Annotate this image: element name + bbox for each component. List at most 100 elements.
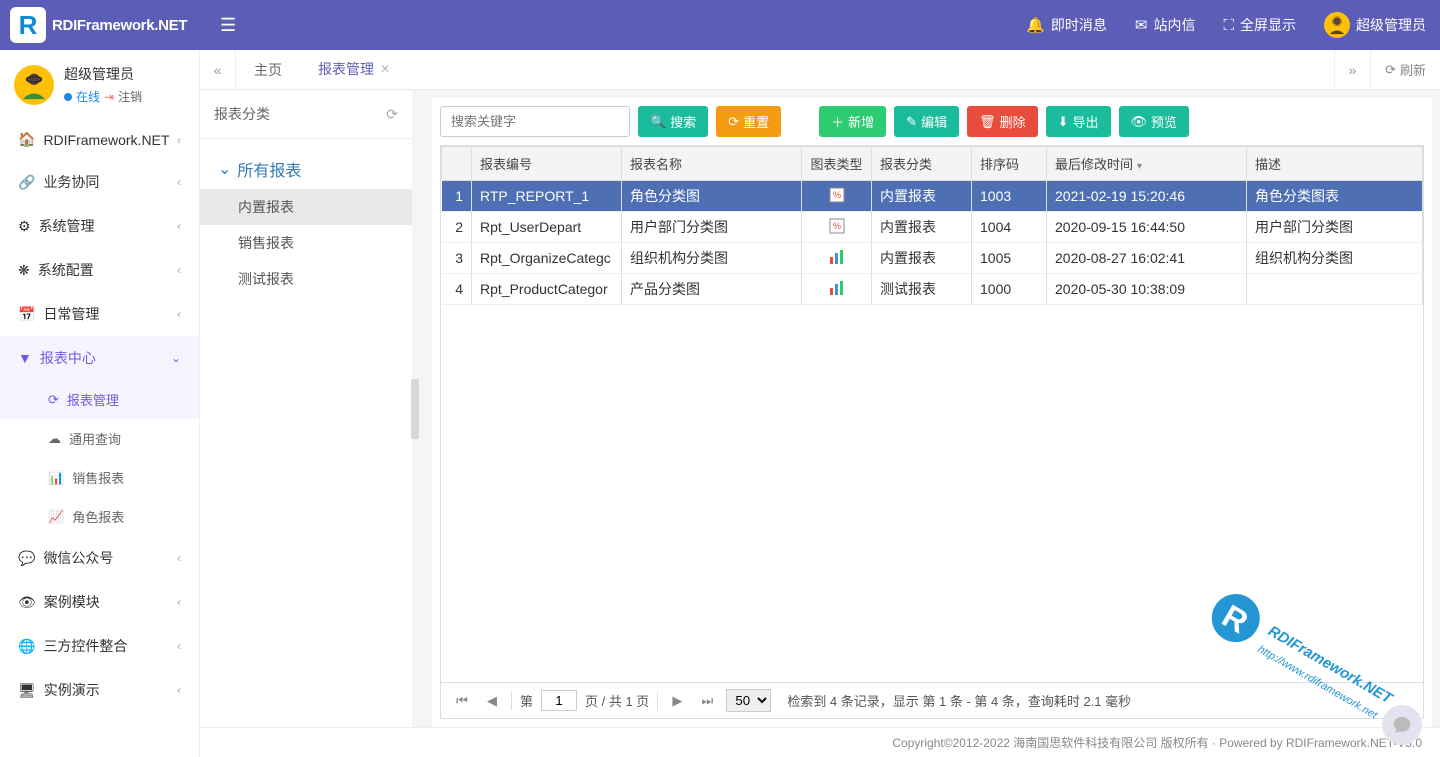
column-header[interactable]: 报表编号: [472, 147, 622, 181]
add-button[interactable]: ＋新增: [819, 106, 886, 137]
nav-icon: 🏠: [18, 131, 35, 148]
sidebar-sub-item-2[interactable]: 📊销售报表: [0, 458, 199, 497]
edit-button[interactable]: ✎编辑: [894, 106, 959, 137]
nav-icon: 🌐: [18, 638, 35, 655]
table-row[interactable]: 3 Rpt_OrganizeCategc 组织机构分类图 内置报表 1005 2…: [442, 243, 1423, 274]
chevron-icon: ‹: [177, 595, 181, 609]
export-button[interactable]: ⬇导出: [1046, 106, 1111, 137]
tab-scroll-right-button[interactable]: »: [1334, 50, 1370, 90]
tab-report-management[interactable]: 报表管理 ✕: [300, 50, 408, 90]
pager-size-select[interactable]: 50: [726, 689, 771, 712]
inbox-button[interactable]: ✉ 站内信: [1121, 15, 1210, 35]
table-row[interactable]: 1 RTP_REPORT_1 角色分类图 % 内置报表 1003 2021-02…: [442, 181, 1423, 212]
eye-icon: 👁: [1131, 114, 1148, 130]
btn-label: 搜索: [670, 112, 696, 131]
fullscreen-label: 全屏显示: [1240, 15, 1296, 35]
cell-type: [802, 274, 872, 305]
search-input[interactable]: [440, 106, 630, 137]
reset-button[interactable]: ⟳重置: [716, 106, 781, 137]
chat-button[interactable]: [1382, 705, 1422, 745]
pager: ⏮ ◀ 第 页 / 共 1 页 ▶ ⏭ 50 检索到 4 条记录，显示 第 1 …: [440, 683, 1424, 719]
pager-prev-button[interactable]: ◀: [481, 690, 503, 712]
sidebar-item-9[interactable]: 🖥实例演示‹: [0, 668, 199, 712]
column-header[interactable]: 描述: [1247, 147, 1423, 181]
tree-title: 报表分类: [214, 104, 270, 124]
chevron-icon: ⌄: [171, 351, 181, 365]
tree-node-0[interactable]: 内置报表: [200, 189, 412, 225]
sidebar-sub-item-1[interactable]: ☁通用查询: [0, 419, 199, 458]
instant-message-button[interactable]: 🔔 即时消息: [1012, 15, 1121, 35]
chevron-icon: ‹: [177, 175, 181, 189]
column-header[interactable]: 报表名称: [622, 147, 802, 181]
sidebar-item-1[interactable]: 🔗业务协同‹: [0, 160, 199, 204]
pager-label-post: 页 / 共 1 页: [585, 691, 649, 710]
cell-code: Rpt_OrganizeCategc: [472, 243, 622, 274]
sidebar-toggle-button[interactable]: ☰: [200, 15, 256, 36]
sort-desc-icon: ▾: [1137, 161, 1142, 172]
cell-name: 组织机构分类图: [622, 243, 802, 274]
column-header[interactable]: [442, 147, 472, 181]
chevron-icon: ‹: [177, 683, 181, 697]
mail-icon: ✉: [1135, 16, 1148, 34]
sub-label: 销售报表: [72, 468, 124, 487]
grid-scroll[interactable]: 报表编号报表名称图表类型报表分类排序码最后修改时间▾描述 1 RTP_REPOR…: [440, 145, 1424, 683]
category-tree-panel: 报表分类 ⟳ ⌄ 所有报表 内置报表销售报表测试报表: [200, 90, 412, 727]
tab-home[interactable]: 主页: [236, 50, 300, 90]
column-header[interactable]: 最后修改时间▾: [1047, 147, 1247, 181]
refresh-label: 刷新: [1400, 60, 1426, 79]
refresh-button[interactable]: ⟳ 刷新: [1370, 50, 1440, 90]
nav-label: 系统配置: [38, 260, 94, 280]
nav-label: 报表中心: [40, 348, 96, 368]
sidebar-item-3[interactable]: ❋系统配置‹: [0, 248, 199, 292]
search-button[interactable]: 🔍搜索: [638, 106, 708, 137]
table-row[interactable]: 4 Rpt_ProductCategor 产品分类图 测试报表 1000 202…: [442, 274, 1423, 305]
brand[interactable]: R RDIFramework.NET: [0, 7, 200, 43]
sidebar-item-6[interactable]: 💬微信公众号‹: [0, 536, 199, 580]
tab-label: 报表管理: [318, 59, 374, 79]
cell-type: %: [802, 181, 872, 212]
tab-scroll-left-button[interactable]: «: [200, 50, 236, 90]
sidebar-item-8[interactable]: 🌐三方控件整合‹: [0, 624, 199, 668]
username-label: 超级管理员: [1356, 15, 1426, 35]
pager-first-button[interactable]: ⏮: [451, 690, 473, 712]
tree-root-node[interactable]: ⌄ 所有报表: [200, 149, 412, 189]
table-row[interactable]: 2 Rpt_UserDepart 用户部门分类图 % 内置报表 1004 202…: [442, 212, 1423, 243]
tree-node-2[interactable]: 测试报表: [200, 261, 412, 297]
user-menu-button[interactable]: 超级管理员: [1310, 12, 1440, 38]
cell-category: 测试报表: [872, 274, 972, 305]
brand-name: RDIFramework.NET: [52, 17, 187, 34]
download-icon: ⬇: [1058, 114, 1069, 130]
sidebar-item-7[interactable]: 👁案例模块‹: [0, 580, 199, 624]
sidebar-sub-item-3[interactable]: 📈角色报表: [0, 497, 199, 536]
column-header[interactable]: 图表类型: [802, 147, 872, 181]
btn-label: 新增: [848, 112, 874, 131]
sidebar-item-0[interactable]: 🏠RDIFramework.NET‹: [0, 119, 199, 160]
sidebar-item-4[interactable]: 📅日常管理‹: [0, 292, 199, 336]
chevron-icon: ‹: [177, 219, 181, 233]
tree-refresh-button[interactable]: ⟳: [386, 106, 398, 123]
delete-button[interactable]: 🗑删除: [967, 106, 1038, 137]
cell-rownum: 4: [442, 274, 472, 305]
cell-sort: 1000: [972, 274, 1047, 305]
chevron-icon: ‹: [177, 639, 181, 653]
nav-icon: 📅: [18, 306, 35, 323]
nav-icon: 💬: [18, 550, 35, 567]
column-header[interactable]: 排序码: [972, 147, 1047, 181]
chevron-icon: ‹: [177, 263, 181, 277]
tree-node-1[interactable]: 销售报表: [200, 225, 412, 261]
splitter-handle[interactable]: [411, 379, 419, 439]
pager-next-button[interactable]: ▶: [666, 690, 688, 712]
pager-page-input[interactable]: [541, 690, 577, 711]
fullscreen-button[interactable]: ⛶ 全屏显示: [1209, 15, 1310, 35]
logout-icon[interactable]: ⇥: [104, 90, 114, 104]
column-header[interactable]: 报表分类: [872, 147, 972, 181]
sidebar-item-5[interactable]: ▼报表中心⌄: [0, 336, 199, 380]
logout-button[interactable]: 注销: [118, 88, 142, 105]
pager-last-button[interactable]: ⏭: [696, 690, 718, 712]
preview-button[interactable]: 👁预览: [1119, 106, 1190, 137]
nav-label: 业务协同: [43, 172, 99, 192]
close-icon[interactable]: ✕: [380, 62, 390, 76]
sidebar-sub-item-0[interactable]: ⟳报表管理: [0, 380, 199, 419]
sidebar-item-2[interactable]: ⚙系统管理‹: [0, 204, 199, 248]
tree-root-label: 所有报表: [237, 157, 301, 181]
